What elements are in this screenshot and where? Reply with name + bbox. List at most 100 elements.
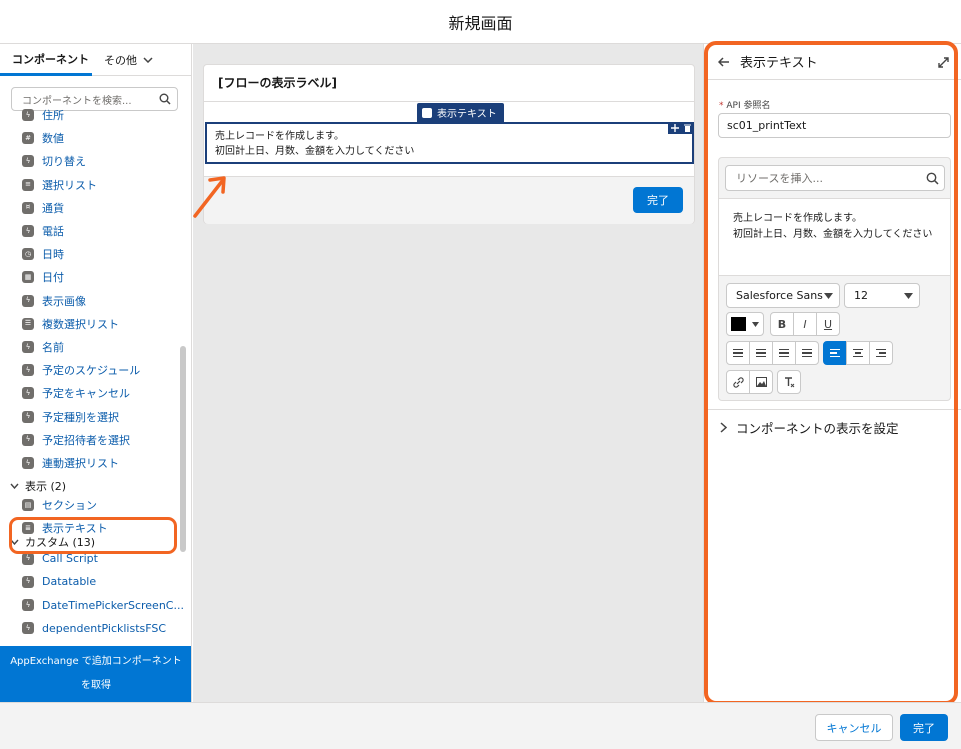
component-item[interactable]: ϟ DateTimePickerScreenC...: [22, 595, 184, 615]
component-item-label: 電話: [42, 225, 64, 238]
display-text-line-2: 初回計上日、月数、金額を入力してください: [215, 146, 415, 157]
indent-icon[interactable]: [795, 341, 819, 365]
image-icon[interactable]: [749, 370, 773, 394]
card-done-label: 完了: [647, 194, 669, 207]
insert-resource-input[interactable]: リソースを挿入...: [725, 165, 945, 191]
palette-scrollbar[interactable]: [180, 346, 186, 552]
text-color-picker[interactable]: [726, 312, 764, 336]
component-item[interactable]: ϟ 表示画像: [22, 291, 86, 311]
finish-button[interactable]: 完了: [900, 714, 948, 741]
highlight-box-display-text: [9, 517, 177, 554]
chip-label: 表示テキスト: [437, 109, 497, 120]
component-item[interactable]: # 数値: [22, 128, 64, 148]
component-item-label: 通貨: [42, 201, 64, 215]
expand-icon[interactable]: [938, 57, 949, 68]
screen-card: [フローの表示ラベル] 表示テキスト 売上レコードを作成します。 初回計上日、月…: [203, 64, 695, 224]
italic-button[interactable]: I: [793, 312, 817, 336]
align-center-icon[interactable]: [846, 341, 870, 365]
font-family-select[interactable]: Salesforce Sans: [726, 283, 840, 308]
modal-header: 新規画面: [0, 0, 961, 44]
section-icon: ▤: [22, 499, 34, 512]
component-item[interactable]: ϟ 電話: [22, 221, 64, 241]
component-item-label: 日付: [42, 271, 64, 285]
card-done-button[interactable]: 完了: [633, 187, 683, 213]
bolt-icon: ϟ: [22, 599, 34, 611]
cancel-button[interactable]: キャンセル: [815, 714, 893, 741]
api-name-label-text: API 参照名: [726, 101, 771, 111]
component-item-label: 表示画像: [42, 294, 86, 308]
section-display[interactable]: 表示 (2): [10, 476, 66, 496]
link-icon[interactable]: [726, 370, 750, 394]
format-toolbar-row: B I U: [726, 312, 840, 336]
bolt-icon: ϟ: [22, 622, 34, 635]
appexchange-button[interactable]: AppExchange で追加コンポーネントを取得: [0, 646, 191, 702]
numbered-list-icon[interactable]: [749, 341, 773, 365]
tab-components-label: コンポーネント: [12, 52, 89, 66]
text-style-group: B I U: [770, 312, 840, 336]
number-icon: #: [22, 132, 34, 145]
display-text-component[interactable]: 売上レコードを作成します。 初回計上日、月数、金額を入力してください: [205, 122, 694, 164]
component-item[interactable]: ϟ 切り替え: [22, 151, 86, 171]
appexchange-label: AppExchange で追加コンポーネントを取得: [10, 656, 182, 691]
component-visibility-section[interactable]: コンポーネントの表示を設定: [720, 418, 899, 437]
align-right-icon[interactable]: [869, 341, 893, 365]
underline-button[interactable]: U: [816, 312, 840, 336]
insert-resource-placeholder: リソースを挿入...: [736, 172, 823, 185]
cancel-label: キャンセル: [826, 721, 882, 735]
component-item[interactable]: ¤ 通貨: [22, 198, 64, 218]
palette-tabs: コンポーネント その他: [0, 44, 191, 76]
back-arrow-icon[interactable]: [718, 56, 730, 67]
bolt-icon: ϟ: [22, 341, 34, 353]
api-name-label: * API 参照名: [719, 98, 770, 111]
flow-label-heading: [フローの表示ラベル]: [218, 76, 337, 90]
component-item-label: 予定種別を選択: [42, 410, 119, 424]
clear-format-group: [777, 370, 801, 394]
properties-panel: 表示テキスト * API 参照名 sc01_printText リソースを挿入.…: [703, 44, 961, 702]
component-item-label: 名前: [42, 341, 64, 354]
clear-formatting-icon[interactable]: [777, 370, 801, 394]
component-item-label: 住所: [42, 109, 64, 122]
component-item[interactable]: ▤ セクション: [22, 495, 97, 515]
clock-icon: ◷: [22, 248, 34, 261]
component-item-label: DateTimePickerScreenC...: [42, 598, 184, 612]
font-toolbar-row: Salesforce Sans 12: [726, 283, 920, 308]
move-icon[interactable]: [670, 124, 679, 132]
tab-other[interactable]: その他: [104, 44, 184, 76]
bold-button[interactable]: B: [770, 312, 794, 336]
bolt-icon: ϟ: [22, 387, 34, 400]
section-display-label: 表示 (2): [25, 480, 67, 494]
editor-text-area[interactable]: 売上レコードを作成します。 初回計上日、月数、金額を入力してください: [719, 198, 950, 276]
component-item[interactable]: ◷ 日時: [22, 244, 64, 264]
align-left-icon[interactable]: [823, 341, 847, 365]
component-item-label: 予定をキャンセル: [42, 387, 130, 401]
list-icon: ≡: [22, 178, 34, 191]
component-item[interactable]: ϟ 連動選択リスト: [22, 453, 119, 473]
text-icon: [422, 107, 432, 118]
component-item[interactable]: ☰ 複数選択リスト: [22, 314, 119, 334]
bolt-icon: ϟ: [22, 457, 34, 469]
chevron-down-icon: [143, 57, 153, 63]
tab-components[interactable]: コンポーネント: [0, 44, 92, 76]
card-divider: [204, 101, 694, 102]
component-item-label: 予定招待者を選択: [42, 433, 130, 447]
outdent-icon[interactable]: [772, 341, 796, 365]
component-item[interactable]: ▦ 日付: [22, 267, 64, 287]
component-item[interactable]: ϟ 予定招待者を選択: [22, 430, 130, 450]
component-item[interactable]: ϟ 予定をキャンセル: [22, 383, 130, 403]
component-item[interactable]: ϟ dependentPicklistsFSC: [22, 618, 166, 638]
component-item[interactable]: ϟ 予定種別を選択: [22, 407, 119, 427]
properties-header: 表示テキスト: [704, 44, 961, 80]
component-item[interactable]: ϟ 予定のスケジュール: [22, 360, 140, 380]
insert-group: [726, 370, 773, 394]
component-item-label: セクション: [42, 499, 97, 513]
font-size-select[interactable]: 12: [844, 283, 920, 308]
component-item[interactable]: ϟ Datatable: [22, 572, 96, 592]
bolt-icon: ϟ: [22, 364, 34, 377]
api-name-input[interactable]: sc01_printText: [718, 113, 951, 138]
bullet-list-icon[interactable]: [726, 341, 750, 365]
trash-icon[interactable]: [684, 124, 692, 132]
component-item-label: 予定のスケジュール: [42, 364, 141, 378]
component-item[interactable]: ≡ 選択リスト: [22, 175, 97, 195]
component-item[interactable]: ϟ 住所: [22, 105, 64, 125]
component-item[interactable]: ϟ 名前: [22, 337, 64, 357]
